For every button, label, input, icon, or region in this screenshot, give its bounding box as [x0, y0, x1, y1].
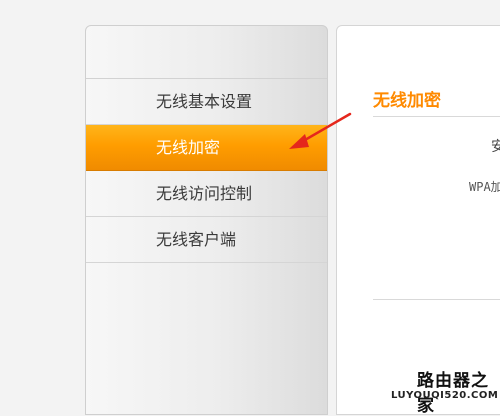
sidebar-item-wireless-encryption[interactable]: 无线加密	[86, 125, 327, 171]
content-divider	[373, 299, 500, 300]
sidebar-item-wireless-access-control[interactable]: 无线访问控制	[86, 171, 327, 217]
sidebar-menu: 无线基本设置 无线加密 无线访问控制 无线客户端	[85, 25, 328, 415]
content-panel: 无线加密 安 WPA加	[336, 25, 500, 415]
title-divider	[373, 116, 500, 117]
watermark-url: LUYOUQI520.COM	[391, 390, 499, 401]
site-watermark: 路由器之家 LUYOUQI520.COM	[385, 366, 500, 416]
sidebar-item-wireless-basic-settings[interactable]: 无线基本设置	[86, 79, 327, 125]
sidebar-item-wireless-clients[interactable]: 无线客户端	[86, 217, 327, 263]
sidebar-header	[86, 26, 327, 79]
partial-label-wpa: WPA加	[469, 180, 500, 194]
page-title: 无线加密	[373, 91, 441, 111]
partial-label-security: 安	[491, 136, 500, 156]
